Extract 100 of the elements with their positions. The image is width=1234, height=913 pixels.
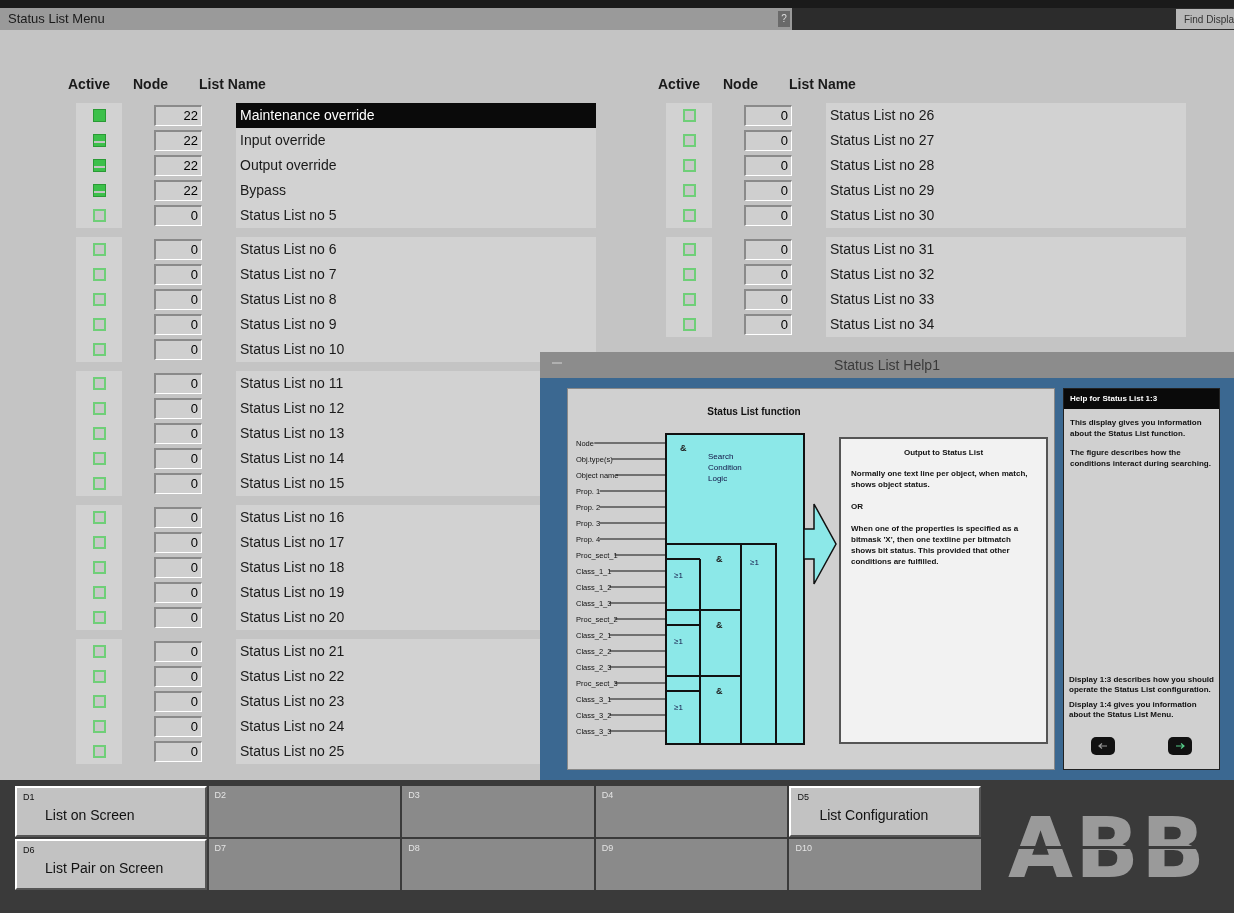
active-checkbox[interactable] — [92, 402, 106, 415]
active-checkbox[interactable] — [92, 645, 106, 658]
node-field[interactable]: 0 — [744, 314, 792, 335]
active-checkbox[interactable] — [682, 109, 696, 122]
active-checkbox[interactable] — [92, 243, 106, 256]
node-field[interactable]: 22 — [154, 155, 202, 176]
node-field[interactable]: 0 — [154, 398, 202, 419]
node-field[interactable]: 0 — [154, 205, 202, 226]
node-field[interactable]: 0 — [154, 239, 202, 260]
active-checkbox[interactable] — [682, 209, 696, 222]
connector-line — [608, 650, 667, 652]
node-field[interactable]: 0 — [744, 289, 792, 310]
node-field[interactable]: 0 — [744, 105, 792, 126]
previous-page-button[interactable] — [1090, 737, 1115, 755]
node-field[interactable]: 0 — [154, 289, 202, 310]
node-field[interactable]: 0 — [744, 205, 792, 226]
node-field[interactable]: 0 — [154, 557, 202, 578]
active-checkbox[interactable] — [92, 209, 106, 222]
node-field[interactable]: 0 — [154, 373, 202, 394]
active-checkbox[interactable] — [682, 293, 696, 306]
active-checkbox[interactable] — [682, 134, 696, 147]
node-field[interactable]: 22 — [154, 130, 202, 151]
node-field[interactable]: 0 — [154, 423, 202, 444]
active-checkbox[interactable] — [92, 745, 106, 758]
find-display-button[interactable]: Find Displa — [1175, 9, 1234, 29]
list-name-row[interactable]: Status List no 34 — [826, 312, 1186, 337]
node-field[interactable]: 0 — [154, 532, 202, 553]
list-name-row[interactable]: Status List no 8 — [236, 287, 596, 312]
active-checkbox[interactable] — [92, 377, 106, 390]
active-checkbox[interactable] — [92, 134, 106, 147]
node-field[interactable]: 0 — [154, 716, 202, 737]
function-key-button[interactable]: D5 List Configuration — [789, 786, 981, 837]
list-name-row[interactable]: Input override — [236, 128, 596, 153]
active-checkbox[interactable] — [682, 268, 696, 281]
list-name-row[interactable]: Status List no 32 — [826, 262, 1186, 287]
node-field[interactable]: 0 — [744, 155, 792, 176]
node-field[interactable]: 0 — [154, 691, 202, 712]
node-field[interactable]: 0 — [154, 473, 202, 494]
node-field[interactable]: 0 — [154, 314, 202, 335]
active-checkbox[interactable] — [92, 159, 106, 172]
active-checkbox[interactable] — [682, 159, 696, 172]
node-field[interactable]: 0 — [744, 180, 792, 201]
node-field[interactable]: 0 — [154, 741, 202, 762]
active-checkbox[interactable] — [92, 536, 106, 549]
active-checkbox[interactable] — [92, 586, 106, 599]
list-name-row[interactable]: Status List no 28 — [826, 153, 1186, 178]
connector-line — [615, 474, 667, 476]
list-name-row[interactable]: Status List no 5 — [236, 203, 596, 228]
active-checkbox[interactable] — [92, 720, 106, 733]
node-field[interactable]: 0 — [154, 264, 202, 285]
list-name-row[interactable]: Status List no 30 — [826, 203, 1186, 228]
active-checkbox[interactable] — [682, 184, 696, 197]
active-checkbox[interactable] — [92, 109, 106, 122]
active-checkbox[interactable] — [92, 318, 106, 331]
active-checkbox[interactable] — [92, 611, 106, 624]
help-button[interactable]: ? — [778, 11, 790, 27]
active-checkbox[interactable] — [92, 268, 106, 281]
list-name-row[interactable]: Status List no 33 — [826, 287, 1186, 312]
node-field[interactable]: 0 — [154, 448, 202, 469]
connector-line — [614, 682, 667, 684]
node-field[interactable]: 0 — [154, 339, 202, 360]
list-name-row[interactable]: Status List no 6 — [236, 237, 596, 262]
node-field[interactable]: 22 — [154, 180, 202, 201]
active-checkbox[interactable] — [92, 293, 106, 306]
active-checkbox[interactable] — [92, 452, 106, 465]
connector-line — [608, 698, 667, 700]
active-checkbox[interactable] — [92, 561, 106, 574]
list-name-row[interactable]: Status List no 10 — [236, 337, 596, 362]
list-name-row[interactable]: Status List no 26 — [826, 103, 1186, 128]
list-name-row[interactable]: Status List no 9 — [236, 312, 596, 337]
function-key-button[interactable]: D6 List Pair on Screen — [15, 839, 207, 890]
node-field[interactable]: 0 — [744, 239, 792, 260]
list-name-row[interactable]: Bypass — [236, 178, 596, 203]
node-field[interactable]: 0 — [154, 641, 202, 662]
active-checkbox[interactable] — [92, 670, 106, 683]
list-name-row[interactable]: Status List no 27 — [826, 128, 1186, 153]
active-checkbox[interactable] — [682, 318, 696, 331]
list-name-row[interactable]: Status List no 29 — [826, 178, 1186, 203]
node-field[interactable]: 0 — [154, 607, 202, 628]
active-checkbox[interactable] — [92, 695, 106, 708]
node-field[interactable]: 0 — [744, 264, 792, 285]
function-key-button[interactable]: D1 List on Screen — [15, 786, 207, 837]
list-name-row[interactable]: Output override — [236, 153, 596, 178]
list-name-row[interactable]: Status List no 31 — [826, 237, 1186, 262]
system-menu-icon[interactable] — [552, 362, 562, 364]
active-checkbox[interactable] — [92, 511, 106, 524]
node-field[interactable]: 0 — [154, 507, 202, 528]
active-checkbox[interactable] — [92, 427, 106, 440]
active-checkbox[interactable] — [92, 343, 106, 356]
active-checkbox[interactable] — [92, 184, 106, 197]
active-checkbox[interactable] — [682, 243, 696, 256]
node-field[interactable]: 0 — [744, 130, 792, 151]
and-symbol: & — [716, 686, 723, 696]
node-field[interactable]: 0 — [154, 666, 202, 687]
next-page-button[interactable] — [1168, 737, 1193, 755]
list-name-row[interactable]: Status List no 7 — [236, 262, 596, 287]
list-name-row[interactable]: Maintenance override — [236, 103, 596, 128]
active-checkbox[interactable] — [92, 477, 106, 490]
node-field[interactable]: 0 — [154, 582, 202, 603]
node-field[interactable]: 22 — [154, 105, 202, 126]
